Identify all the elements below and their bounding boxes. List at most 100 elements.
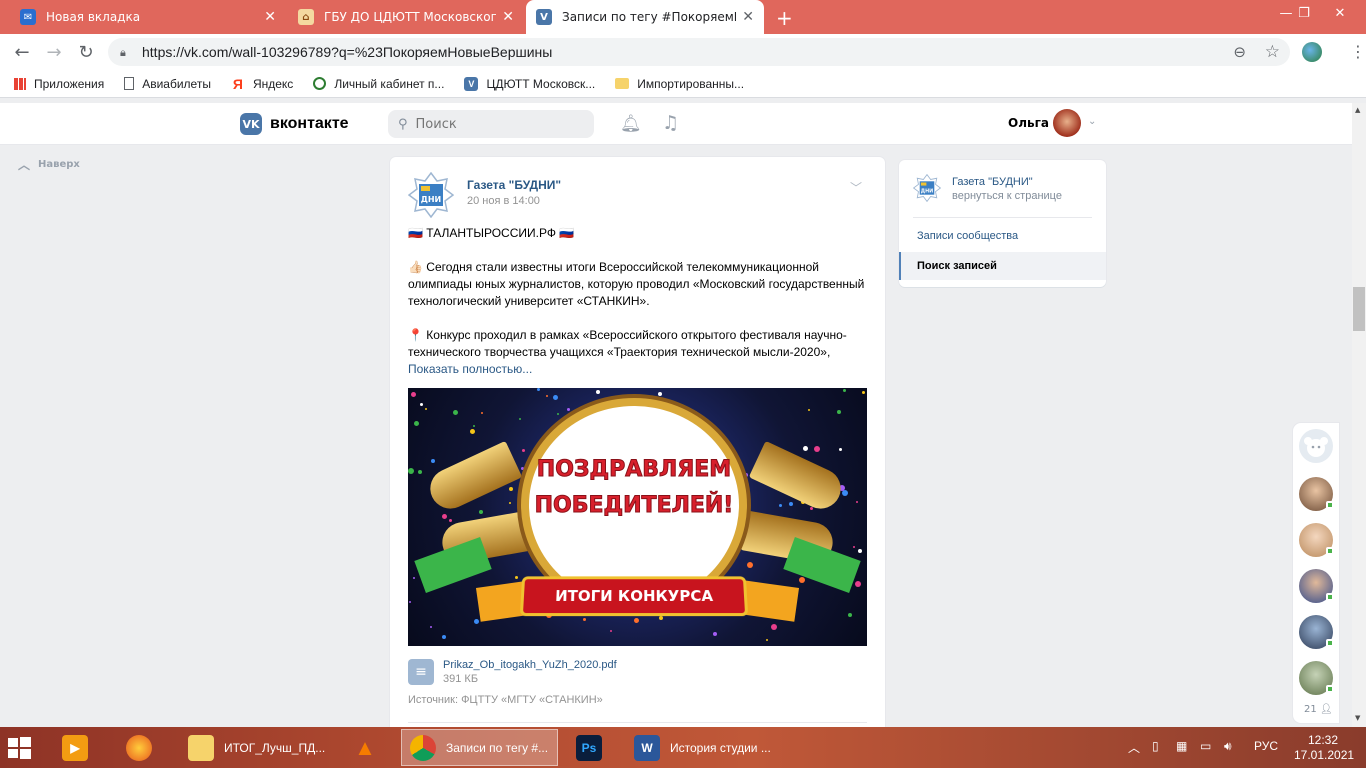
sidebar-item-community-posts[interactable]: Записи сообщества — [917, 230, 1018, 242]
friend-avatar[interactable] — [1299, 661, 1334, 695]
confetti-dot — [853, 546, 855, 548]
sidebar-item-search-posts[interactable]: Поиск записей — [899, 252, 1106, 280]
taskbar-vlc[interactable]: ▲ — [348, 729, 388, 766]
profile-avatar[interactable] — [1302, 42, 1322, 62]
vk-search-box[interactable]: ⚲ — [388, 110, 594, 138]
address-bar[interactable]: 🔒︎ https://vk.com/wall-103296789?q=%23По… — [108, 38, 1290, 66]
tab-title: Записи по тегу #ПокоряемНов — [562, 10, 736, 24]
tray-device-icon[interactable]: ▯ — [1152, 739, 1159, 753]
restore-button[interactable]: ❐ — [1286, 0, 1322, 26]
tab-gbu[interactable]: ⌂ ГБУ ДО ЦДЮТТ Московского р ✕ — [288, 0, 524, 34]
battery-icon[interactable]: ▭ — [1200, 739, 1211, 753]
tab-vk-posts[interactable]: V Записи по тегу #ПокоряемНов ✕ — [526, 0, 764, 34]
scroll-up-arrow-icon[interactable]: ▲ — [1355, 106, 1360, 114]
attached-document[interactable]: ≡ Prikaz_Ob_itogakh_YuZh_2020.pdf 391 КБ — [408, 659, 617, 685]
taskbar-item-word[interactable]: W История студии ... — [626, 729, 782, 766]
bookmark-label: Приложения — [34, 76, 105, 91]
back-to-page-link[interactable]: вернуться к странице — [952, 190, 1062, 202]
confetti-dot — [713, 632, 717, 636]
post-image[interactable]: ПОЗДРАВЛЯЕМ ПОБЕДИТЕЛЕЙ! ИТОГИ КОНКУРСА — [408, 388, 867, 646]
scroll-up-link[interactable]: ︿ Наверх — [18, 156, 80, 173]
url-text: https://vk.com/wall-103296789?q=%23Покор… — [142, 44, 553, 60]
confetti-dot — [442, 635, 446, 639]
bookmark-imported[interactable]: Импортированны... — [615, 77, 744, 91]
confetti-dot — [839, 448, 842, 451]
scroll-down-arrow-icon[interactable]: ▼ — [1355, 714, 1360, 722]
user-name[interactable]: Ольга — [1008, 116, 1049, 130]
reload-button[interactable]: ↻ — [74, 40, 98, 64]
bookmark-apps[interactable]: Приложения — [14, 77, 104, 91]
confetti-dot — [519, 418, 521, 420]
close-icon[interactable]: ✕ — [742, 9, 754, 25]
windows-logo-icon — [8, 736, 31, 759]
page-scrollbar[interactable] — [1352, 103, 1366, 727]
close-window-button[interactable]: ✕ — [1322, 0, 1358, 26]
clock-date: 17.01.2021 — [1294, 748, 1355, 762]
bookmark-label: Авиабилеты — [142, 76, 211, 91]
taskbar-firefox[interactable] — [122, 729, 162, 766]
post-paragraph: 📍 Конкурс проходил в рамках «Всероссийск… — [408, 328, 847, 359]
confetti-dot — [848, 613, 852, 617]
confetti-dot — [694, 411, 697, 414]
taskbar-media-player[interactable]: ▶ — [58, 729, 98, 766]
chevron-down-icon[interactable]: ﹀ — [850, 179, 862, 196]
confetti-dot — [659, 616, 663, 620]
forward-button[interactable]: → — [42, 40, 66, 64]
post-source[interactable]: Источник: ФЦТТУ «МГТУ «СТАНКИН» — [408, 694, 603, 706]
zoom-icon[interactable]: ⊖ — [1233, 43, 1246, 61]
bookmarks-bar: Приложения Авиабилеты Я Яндекс Личный ка… — [0, 70, 1366, 98]
taskbar-item-folder[interactable]: ИТОГ_Лучш_ПД... — [180, 729, 328, 766]
bell-icon[interactable]: 🔔︎ — [620, 114, 642, 134]
search-input[interactable] — [415, 116, 576, 132]
group-avatar[interactable]: ДНИ — [913, 174, 941, 202]
confetti-dot — [473, 425, 475, 427]
taskbar-photoshop[interactable]: Ps — [568, 729, 614, 766]
show-more-link[interactable]: Показать полностью... — [408, 362, 532, 376]
bookmark-yandex[interactable]: Я Яндекс — [231, 76, 293, 92]
bookmark-cdyutt[interactable]: V ЦДЮТТ Московск... — [464, 76, 595, 91]
bookmark-star-icon[interactable]: ☆ — [1265, 42, 1280, 62]
back-button[interactable]: ← — [10, 40, 34, 64]
friends-count[interactable]: 21 👤︎ — [1304, 704, 1333, 715]
group-avatar[interactable]: ДНИ — [408, 172, 454, 218]
taskbar-item-chrome[interactable]: Записи по тегу #... — [401, 729, 558, 766]
post-date[interactable]: 20 ноя в 14:00 — [467, 195, 540, 207]
document-name[interactable]: Prikaz_Ob_itogakh_YuZh_2020.pdf — [443, 659, 617, 671]
confetti-dot — [567, 408, 570, 411]
image-ribbon: ИТОГИ КОНКУРСА — [519, 576, 749, 617]
post-divider — [408, 722, 867, 723]
post-text: 🇷🇺 ТАЛАНТЫРОССИИ.РФ 🇷🇺 👍🏻 Сегодня стали … — [408, 225, 874, 361]
system-clock[interactable]: 12:32 17.01.2021 — [1294, 733, 1355, 763]
new-tab-button[interactable]: + — [776, 6, 793, 30]
close-icon[interactable]: ✕ — [502, 9, 514, 25]
volume-icon[interactable]: 🔊︎ — [1224, 739, 1232, 754]
tab-new-tab[interactable]: ✉ Новая вкладка ✕ — [10, 0, 286, 34]
confetti-dot — [789, 502, 793, 506]
bookmark-label: Импортированны... — [637, 76, 745, 91]
friend-avatar[interactable] — [1299, 569, 1334, 603]
bookmark-avia[interactable]: Авиабилеты — [124, 77, 211, 91]
vk-logo[interactable]: VK вконтакте — [240, 113, 349, 135]
start-button[interactable] — [6, 729, 46, 766]
music-icon[interactable]: ♫ — [662, 112, 679, 134]
friend-avatar[interactable] — [1299, 615, 1334, 649]
image-headline: ПОЗДРАВЛЯЕМ ПОБЕДИТЕЛЕЙ! — [521, 452, 747, 524]
confetti-dot — [596, 390, 600, 394]
post-paragraph: 👍🏻 Сегодня стали известны итоги Всеросси… — [408, 260, 865, 308]
language-indicator[interactable]: РУС — [1254, 739, 1278, 753]
sidebar-group-name[interactable]: Газета "БУДНИ" — [952, 176, 1033, 188]
tray-chevron-icon[interactable]: ︿ — [1128, 739, 1140, 756]
messenger-dog-icon[interactable] — [1299, 429, 1333, 463]
close-icon[interactable]: ✕ — [264, 9, 276, 25]
wall-post: ДНИ Газета "БУДНИ" 20 ноя в 14:00 ﹀ 🇷🇺 Т… — [390, 157, 885, 737]
user-avatar[interactable] — [1053, 109, 1081, 137]
kebab-menu-icon[interactable]: ⋮ — [1350, 42, 1366, 61]
bookmark-cabinet[interactable]: Личный кабинет п... — [313, 77, 444, 91]
post-author[interactable]: Газета "БУДНИ" — [467, 178, 561, 192]
scrollbar-thumb[interactable] — [1353, 287, 1365, 331]
friend-avatar[interactable] — [1299, 523, 1334, 557]
chevron-down-icon[interactable]: ⌄ — [1088, 116, 1096, 127]
image-headline-line: ПОБЕДИТЕЛЕЙ! — [534, 493, 734, 519]
network-icon[interactable]: ▦ — [1176, 739, 1187, 753]
friend-avatar[interactable] — [1299, 477, 1334, 511]
